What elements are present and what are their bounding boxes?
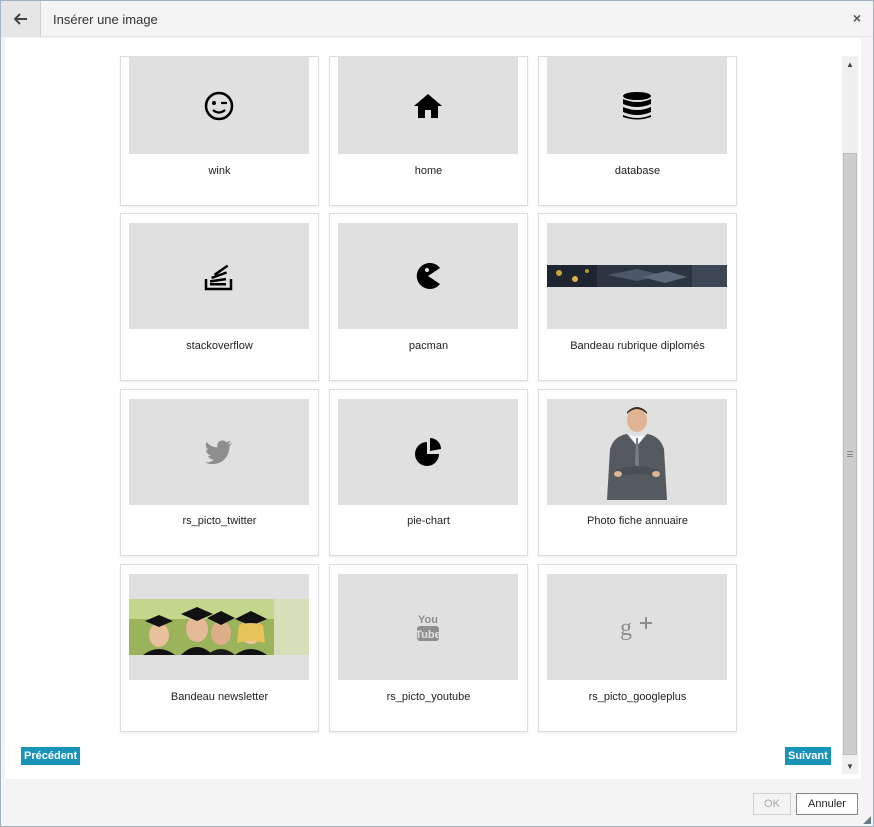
image-thumbnail: g bbox=[547, 574, 727, 680]
close-button[interactable]: × bbox=[853, 10, 861, 26]
graduation-banner-image bbox=[547, 265, 727, 287]
scroll-up-icon[interactable]: ▲ bbox=[842, 56, 858, 72]
image-thumbnail: You Tube bbox=[338, 574, 518, 680]
image-thumbnail bbox=[129, 57, 309, 154]
image-card[interactable]: pie-chart bbox=[329, 389, 528, 556]
stackoverflow-icon bbox=[204, 264, 233, 291]
scroll-down-icon[interactable]: ▼ bbox=[842, 758, 858, 774]
image-card-label: pacman bbox=[408, 340, 449, 352]
svg-text:g: g bbox=[620, 615, 632, 641]
image-thumbnail bbox=[338, 57, 518, 154]
image-card[interactable]: You Tube rs_picto_youtube bbox=[329, 564, 528, 732]
image-thumbnail bbox=[129, 399, 309, 505]
twitter-icon bbox=[205, 440, 232, 464]
image-card-label: stackoverflow bbox=[186, 340, 253, 352]
image-card-label: wink bbox=[208, 165, 231, 177]
image-thumbnail bbox=[129, 574, 309, 680]
dialog-titlebar: Insérer une image × bbox=[1, 1, 873, 37]
database-icon bbox=[623, 91, 651, 119]
svg-text:Tube: Tube bbox=[416, 629, 440, 641]
image-card[interactable]: rs_picto_twitter bbox=[120, 389, 319, 556]
businessman-photo bbox=[607, 407, 667, 500]
image-card-label: pie-chart bbox=[407, 515, 450, 527]
cancel-button[interactable]: Annuler bbox=[796, 793, 858, 815]
youtube-icon: You Tube bbox=[416, 614, 440, 641]
vertical-scrollbar[interactable]: ▲ ▼ bbox=[842, 56, 858, 774]
resize-handle-icon[interactable] bbox=[863, 816, 871, 824]
image-thumbnail bbox=[547, 223, 727, 329]
image-thumbnail bbox=[338, 399, 518, 505]
arrow-left-icon bbox=[13, 13, 27, 25]
previous-page-button[interactable]: Précédent bbox=[21, 747, 81, 765]
image-thumbnail bbox=[547, 399, 727, 505]
pie-chart-icon bbox=[415, 438, 441, 466]
image-thumbnail bbox=[129, 223, 309, 329]
image-card[interactable]: wink bbox=[120, 56, 319, 206]
googleplus-icon: g bbox=[620, 615, 652, 641]
dialog-footer bbox=[1, 780, 873, 826]
image-card[interactable]: Bandeau newsletter bbox=[120, 564, 319, 732]
wink-icon bbox=[204, 91, 234, 120]
scroll-thumb[interactable] bbox=[843, 153, 857, 755]
image-card[interactable]: g rs_picto_googleplus bbox=[538, 564, 737, 732]
grip-icon bbox=[847, 451, 853, 457]
pacman-icon bbox=[416, 263, 440, 289]
next-page-button[interactable]: Suivant bbox=[785, 747, 831, 765]
svg-text:You: You bbox=[418, 614, 438, 626]
image-card[interactable]: Bandeau rubrique diplomés bbox=[538, 213, 737, 381]
image-card-label: Bandeau rubrique diplomés bbox=[570, 340, 705, 352]
insert-image-dialog: Insérer une image × wink home database s… bbox=[0, 0, 874, 827]
image-card[interactable]: Photo fiche annuaire bbox=[538, 389, 737, 556]
image-card-label: rs_picto_youtube bbox=[386, 691, 471, 703]
image-card[interactable]: pacman bbox=[329, 213, 528, 381]
image-thumbnail bbox=[338, 223, 518, 329]
image-thumbnail bbox=[547, 57, 727, 154]
graduates-banner-image bbox=[129, 599, 309, 655]
image-card-label: Photo fiche annuaire bbox=[587, 515, 688, 527]
home-icon bbox=[414, 93, 442, 118]
ok-button[interactable]: OK bbox=[753, 793, 791, 815]
image-card[interactable]: stackoverflow bbox=[120, 213, 319, 381]
image-card[interactable]: home bbox=[329, 56, 528, 206]
back-button[interactable] bbox=[1, 1, 41, 37]
image-card[interactable]: database bbox=[538, 56, 737, 206]
image-card-label: home bbox=[414, 165, 443, 177]
image-card-label: database bbox=[614, 165, 661, 177]
image-card-label: rs_picto_googleplus bbox=[588, 691, 687, 703]
dialog-title: Insérer une image bbox=[53, 12, 158, 27]
image-card-label: rs_picto_twitter bbox=[182, 515, 257, 527]
image-card-label: Bandeau newsletter bbox=[170, 691, 269, 703]
